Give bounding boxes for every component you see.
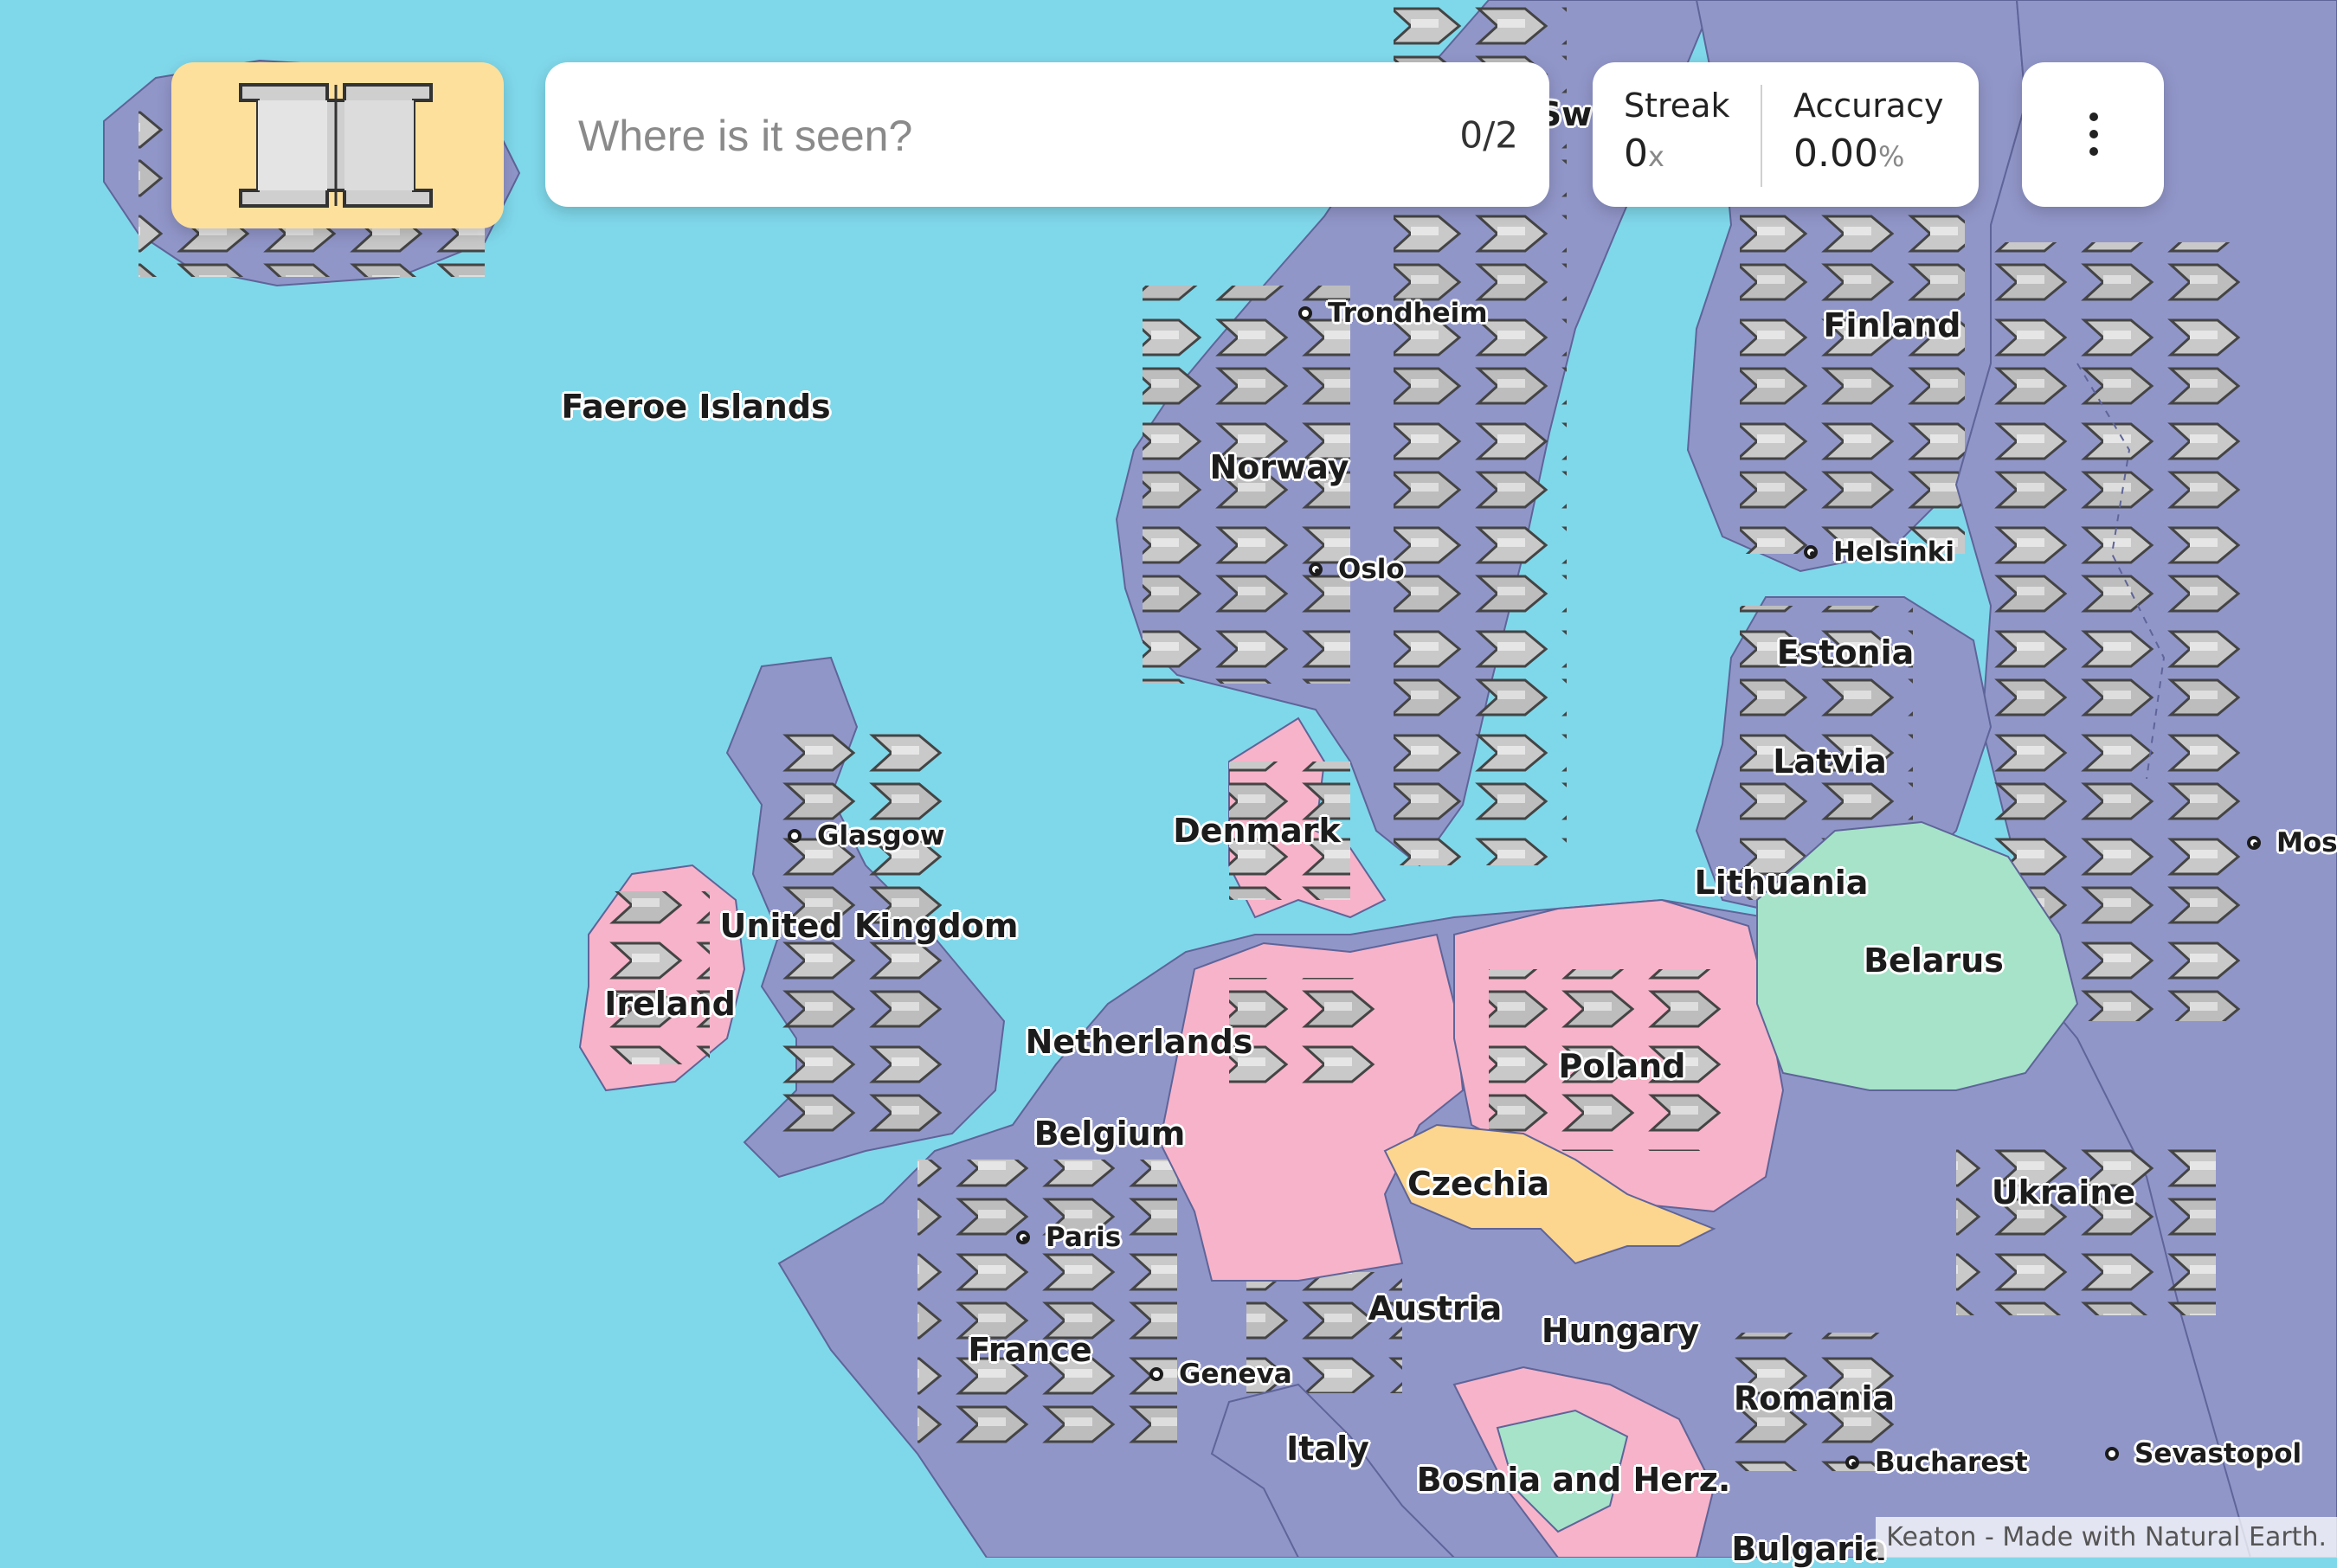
city-label-moscow: Mos bbox=[2276, 827, 2337, 858]
country-label-czechia[interactable]: Czechia bbox=[1407, 1165, 1549, 1203]
stats-panel: Streak 0x Accuracy 0.00% bbox=[1593, 62, 1979, 207]
city-marker-glasgow bbox=[788, 829, 802, 843]
country-flag-fill-ireland bbox=[606, 891, 710, 1064]
streak-stat: Streak 0x bbox=[1624, 87, 1729, 176]
streak-title: Streak bbox=[1624, 87, 1730, 125]
city-marker-bucharest bbox=[1845, 1456, 1859, 1469]
accuracy-value: 0.00 bbox=[1793, 132, 1878, 176]
city-marker-sevastopol bbox=[2105, 1447, 2119, 1461]
country-label-faeroe-islands[interactable]: Faeroe Islands bbox=[561, 388, 830, 426]
city-marker-trondheim bbox=[1298, 306, 1312, 320]
city-marker-moscow bbox=[2247, 836, 2261, 850]
country-label-austria[interactable]: Austria bbox=[1368, 1289, 1503, 1327]
accuracy-value-line: 0.00% bbox=[1793, 132, 1944, 176]
country-label-hungary[interactable]: Hungary bbox=[1542, 1312, 1699, 1350]
country-label-ukraine[interactable]: Ukraine bbox=[1992, 1173, 2135, 1211]
country-label-finland[interactable]: Finland bbox=[1824, 306, 1961, 344]
city-label-sevastopol: Sevastopol bbox=[2134, 1438, 2302, 1469]
search-input[interactable] bbox=[576, 97, 1359, 175]
streak-value-line: 0x bbox=[1624, 132, 1729, 176]
menu-button[interactable] bbox=[2022, 62, 2164, 207]
country-label-netherlands[interactable]: Netherlands bbox=[1026, 1023, 1253, 1061]
country-flag-fill-france bbox=[917, 1160, 1177, 1454]
country-label-bosnia[interactable]: Bosnia and Herz. bbox=[1417, 1461, 1731, 1499]
city-label-glasgow: Glasgow bbox=[817, 820, 945, 851]
accuracy-unit: % bbox=[1877, 140, 1905, 173]
city-label-helsinki: Helsinki bbox=[1833, 537, 1954, 568]
stats-divider bbox=[1761, 85, 1762, 187]
country-label-latvia[interactable]: Latvia bbox=[1773, 742, 1886, 781]
city-marker-oslo bbox=[1309, 562, 1323, 576]
country-label-poland[interactable]: Poland bbox=[1559, 1047, 1686, 1085]
city-label-geneva: Geneva bbox=[1179, 1359, 1292, 1390]
city-marker-paris bbox=[1016, 1231, 1030, 1244]
country-label-ireland[interactable]: Ireland bbox=[604, 985, 736, 1023]
search-bar[interactable]: 0/2 bbox=[545, 62, 1549, 207]
city-marker-helsinki bbox=[1804, 545, 1818, 559]
city-label-oslo: Oslo bbox=[1338, 554, 1405, 585]
city-label-paris: Paris bbox=[1046, 1222, 1122, 1253]
country-flag-fill-finland bbox=[1740, 173, 1965, 554]
country-label-norway[interactable]: Norway bbox=[1210, 448, 1349, 486]
country-label-bulgaria[interactable]: Bulgaria bbox=[1731, 1530, 1886, 1568]
city-label-bucharest: Bucharest bbox=[1875, 1447, 2028, 1478]
country-label-denmark[interactable]: Denmark bbox=[1173, 812, 1341, 850]
answer-counter: 0/2 bbox=[1459, 113, 1518, 157]
country-label-united-kingdom[interactable]: United Kingdom bbox=[720, 907, 1019, 945]
country-label-belgium[interactable]: Belgium bbox=[1034, 1115, 1186, 1153]
accuracy-title: Accuracy bbox=[1793, 87, 1944, 125]
country-flag-fill-ukraine bbox=[1956, 1142, 2216, 1315]
city-label-trondheim: Trondheim bbox=[1328, 298, 1488, 329]
flag-card bbox=[171, 62, 504, 228]
country-label-romania[interactable]: Romania bbox=[1734, 1379, 1895, 1417]
streak-value: 0 bbox=[1624, 132, 1648, 176]
accuracy-stat: Accuracy 0.00% bbox=[1793, 87, 1944, 176]
country-label-italy[interactable]: Italy bbox=[1286, 1430, 1369, 1468]
country-label-estonia[interactable]: Estonia bbox=[1777, 633, 1915, 672]
country-label-belarus[interactable]: Belarus bbox=[1864, 941, 2004, 980]
country-label-lithuania[interactable]: Lithuania bbox=[1695, 864, 1869, 902]
country-label-france[interactable]: France bbox=[968, 1331, 1091, 1369]
city-marker-geneva bbox=[1149, 1367, 1163, 1381]
flag-pattern-icon bbox=[239, 83, 433, 208]
streak-unit: x bbox=[1648, 140, 1664, 173]
map-canvas[interactable] bbox=[0, 0, 2337, 1558]
map-attribution: Keaton - Made with Natural Earth. bbox=[1876, 1517, 2337, 1558]
